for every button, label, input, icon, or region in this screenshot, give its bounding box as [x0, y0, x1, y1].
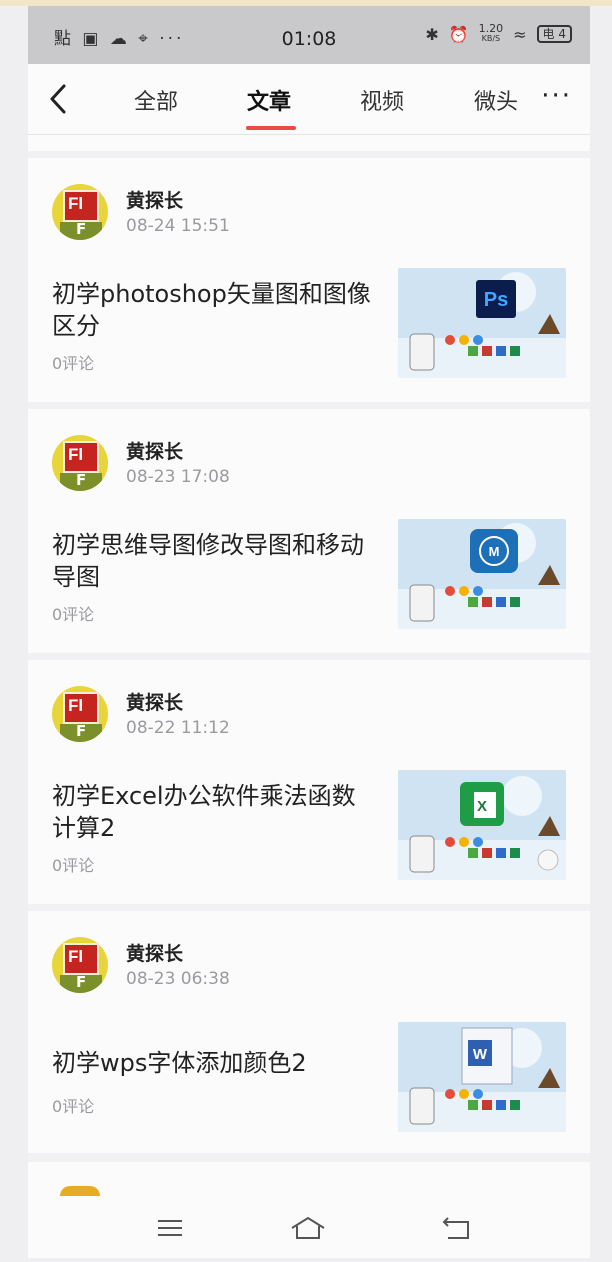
more-options-button[interactable]: ···: [541, 83, 572, 109]
article-title[interactable]: 初学wps字体添加颜色2: [52, 1047, 372, 1079]
list-top-divider: [28, 135, 590, 151]
back-icon: [442, 1217, 469, 1239]
author-name[interactable]: 黄探长: [126, 939, 183, 966]
article-thumbnail[interactable]: X: [398, 770, 566, 880]
comment-count: 0评论: [52, 856, 95, 875]
post-date: 08-23 17:08: [126, 467, 230, 487]
back-nav-button[interactable]: [436, 1212, 476, 1244]
wifi-icon: ≈: [513, 24, 527, 44]
article-thumbnail[interactable]: Ps: [398, 268, 566, 378]
author-name[interactable]: 黄探长: [126, 688, 183, 715]
svg-text:X: X: [477, 798, 487, 815]
article-card[interactable]: Fl F 黄探长 08-23 06:38 初学wps字体添加颜色2 0评论 W: [28, 911, 590, 1153]
back-button[interactable]: [44, 82, 74, 116]
phone-screen: 點 ▣ ☁ ⌖ ··· 01:08 ✱ ⏰ 1.20 KB/S ≈ 电 4 全部…: [28, 6, 590, 1258]
tab-videos[interactable]: 视频: [360, 84, 404, 116]
tab-articles[interactable]: 文章: [247, 84, 291, 116]
menu-button[interactable]: [150, 1212, 190, 1244]
menu-icon: [158, 1220, 182, 1236]
comment-count: 0评论: [52, 605, 95, 624]
article-title[interactable]: 初学photoshop矢量图和图像区分: [52, 278, 372, 342]
nav-bar: 全部 文章 视频 微头 ···: [28, 64, 590, 135]
active-tab-indicator: [246, 126, 296, 130]
article-title[interactable]: 初学Excel办公软件乘法函数计算2: [52, 780, 372, 844]
article-thumbnail[interactable]: M: [398, 519, 566, 629]
article-title[interactable]: 初学思维导图修改导图和移动导图: [52, 529, 372, 593]
bluetooth-icon: ✱: [425, 24, 439, 44]
author-name[interactable]: 黄探长: [126, 437, 183, 464]
post-date: 08-22 11:12: [126, 718, 230, 738]
system-nav-bar: [28, 1198, 590, 1258]
comment-count: 0评论: [52, 1097, 95, 1116]
tab-micro-headlines[interactable]: 微头: [474, 84, 518, 116]
avatar: [60, 1186, 100, 1196]
network-speed: 1.20 KB/S: [478, 22, 504, 43]
post-date: 08-24 15:51: [126, 216, 230, 236]
status-bar: 點 ▣ ☁ ⌖ ··· 01:08 ✱ ⏰ 1.20 KB/S ≈ 电 4: [28, 6, 590, 64]
article-card[interactable]: Fl F 黄探长 08-22 11:12 初学Excel办公软件乘法函数计算2 …: [28, 660, 590, 904]
battery-icon: 电 4: [536, 25, 572, 43]
avatar[interactable]: Fl F: [52, 686, 108, 742]
avatar[interactable]: Fl F: [52, 435, 108, 491]
status-right-icons: ✱ ⏰ 1.20 KB/S ≈ 电 4: [425, 22, 572, 44]
post-date: 08-23 06:38: [126, 969, 230, 989]
avatar[interactable]: Fl F: [52, 184, 108, 240]
svg-text:M: M: [489, 544, 500, 559]
article-card[interactable]: Fl F 黄探长 08-23 17:08 初学思维导图修改导图和移动导图 0评论…: [28, 409, 590, 653]
comment-count: 0评论: [52, 354, 95, 373]
home-icon: [291, 1216, 325, 1239]
home-button[interactable]: [288, 1212, 328, 1244]
article-card[interactable]: Fl F 黄探长 08-24 15:51 初学photoshop矢量图和图像区分…: [28, 158, 590, 402]
article-thumbnail[interactable]: W: [398, 1022, 566, 1132]
chevron-left-icon: [50, 84, 66, 114]
svg-text:Ps: Ps: [484, 289, 508, 311]
author-name[interactable]: 黄探长: [126, 186, 183, 213]
tab-all[interactable]: 全部: [134, 84, 178, 116]
alarm-icon: ⏰: [448, 24, 469, 44]
avatar[interactable]: Fl F: [52, 937, 108, 993]
svg-text:W: W: [473, 1046, 488, 1063]
